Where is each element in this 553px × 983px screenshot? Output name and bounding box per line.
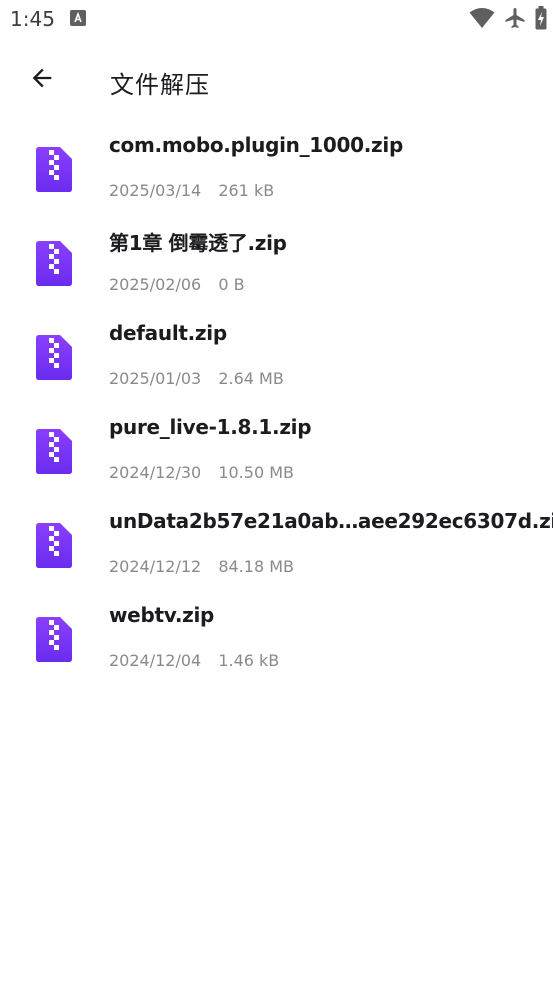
- file-name: unData2b57e21a0ab…aee292ec6307d.zip: [109, 509, 553, 533]
- zip-file-icon: [36, 429, 72, 474]
- zip-file-icon: [36, 617, 72, 662]
- file-size: 1.46 kB: [218, 651, 280, 670]
- arrow-back-icon: [28, 64, 56, 97]
- page-title: 文件解压: [110, 71, 210, 99]
- zip-file-icon: [36, 523, 72, 568]
- file-list-item[interactable]: unData2b57e21a0ab…aee292ec6307d.zip 2024…: [0, 498, 553, 592]
- file-list-item[interactable]: pure_live-1.8.1.zip 2024/12/30 10.50 MB: [0, 404, 553, 498]
- battery-charging-icon: [535, 6, 547, 30]
- file-date: 2025/02/06: [109, 275, 202, 294]
- file-size: 0 B: [218, 275, 245, 294]
- file-meta: 2024/12/12 84.18 MB: [109, 557, 294, 576]
- file-list-item[interactable]: webtv.zip 2024/12/04 1.46 kB: [0, 592, 553, 686]
- status-icons: [469, 6, 547, 30]
- file-meta: 2024/12/30 10.50 MB: [109, 463, 294, 482]
- file-date: 2024/12/04: [109, 651, 202, 670]
- file-name: com.mobo.plugin_1000.zip: [109, 133, 403, 157]
- status-time: 1:45: [10, 7, 55, 31]
- file-meta: 2024/12/04 1.46 kB: [109, 651, 279, 670]
- file-size: 261 kB: [218, 181, 275, 200]
- file-name: 第1章 倒霉透了.zip: [109, 231, 287, 255]
- file-list-item[interactable]: 第1章 倒霉透了.zip 2025/02/06 0 B: [0, 216, 553, 310]
- wifi-icon: [469, 7, 495, 29]
- accessibility-icon: [70, 10, 86, 26]
- file-size: 84.18 MB: [218, 557, 294, 576]
- file-list: com.mobo.plugin_1000.zip 2025/03/14 261 …: [0, 122, 553, 686]
- top-app-bar: 文件解压: [0, 50, 553, 110]
- file-list-item[interactable]: com.mobo.plugin_1000.zip 2025/03/14 261 …: [0, 122, 553, 216]
- file-date: 2025/03/14: [109, 181, 202, 200]
- airplane-mode-icon: [503, 6, 527, 30]
- file-meta: 2025/01/03 2.64 MB: [109, 369, 284, 388]
- file-name: webtv.zip: [109, 603, 215, 627]
- zip-file-icon: [36, 241, 72, 286]
- file-date: 2024/12/12: [109, 557, 202, 576]
- file-size: 10.50 MB: [218, 463, 294, 482]
- file-size: 2.64 MB: [218, 369, 284, 388]
- file-date: 2024/12/30: [109, 463, 202, 482]
- status-bar: 1:45: [0, 0, 553, 38]
- file-name: default.zip: [109, 321, 227, 345]
- file-meta: 2025/03/14 261 kB: [109, 181, 274, 200]
- back-button[interactable]: [18, 56, 66, 104]
- file-meta: 2025/02/06 0 B: [109, 275, 245, 294]
- zip-file-icon: [36, 147, 72, 192]
- file-list-item[interactable]: default.zip 2025/01/03 2.64 MB: [0, 310, 553, 404]
- file-date: 2025/01/03: [109, 369, 202, 388]
- file-name: pure_live-1.8.1.zip: [109, 415, 312, 439]
- zip-file-icon: [36, 335, 72, 380]
